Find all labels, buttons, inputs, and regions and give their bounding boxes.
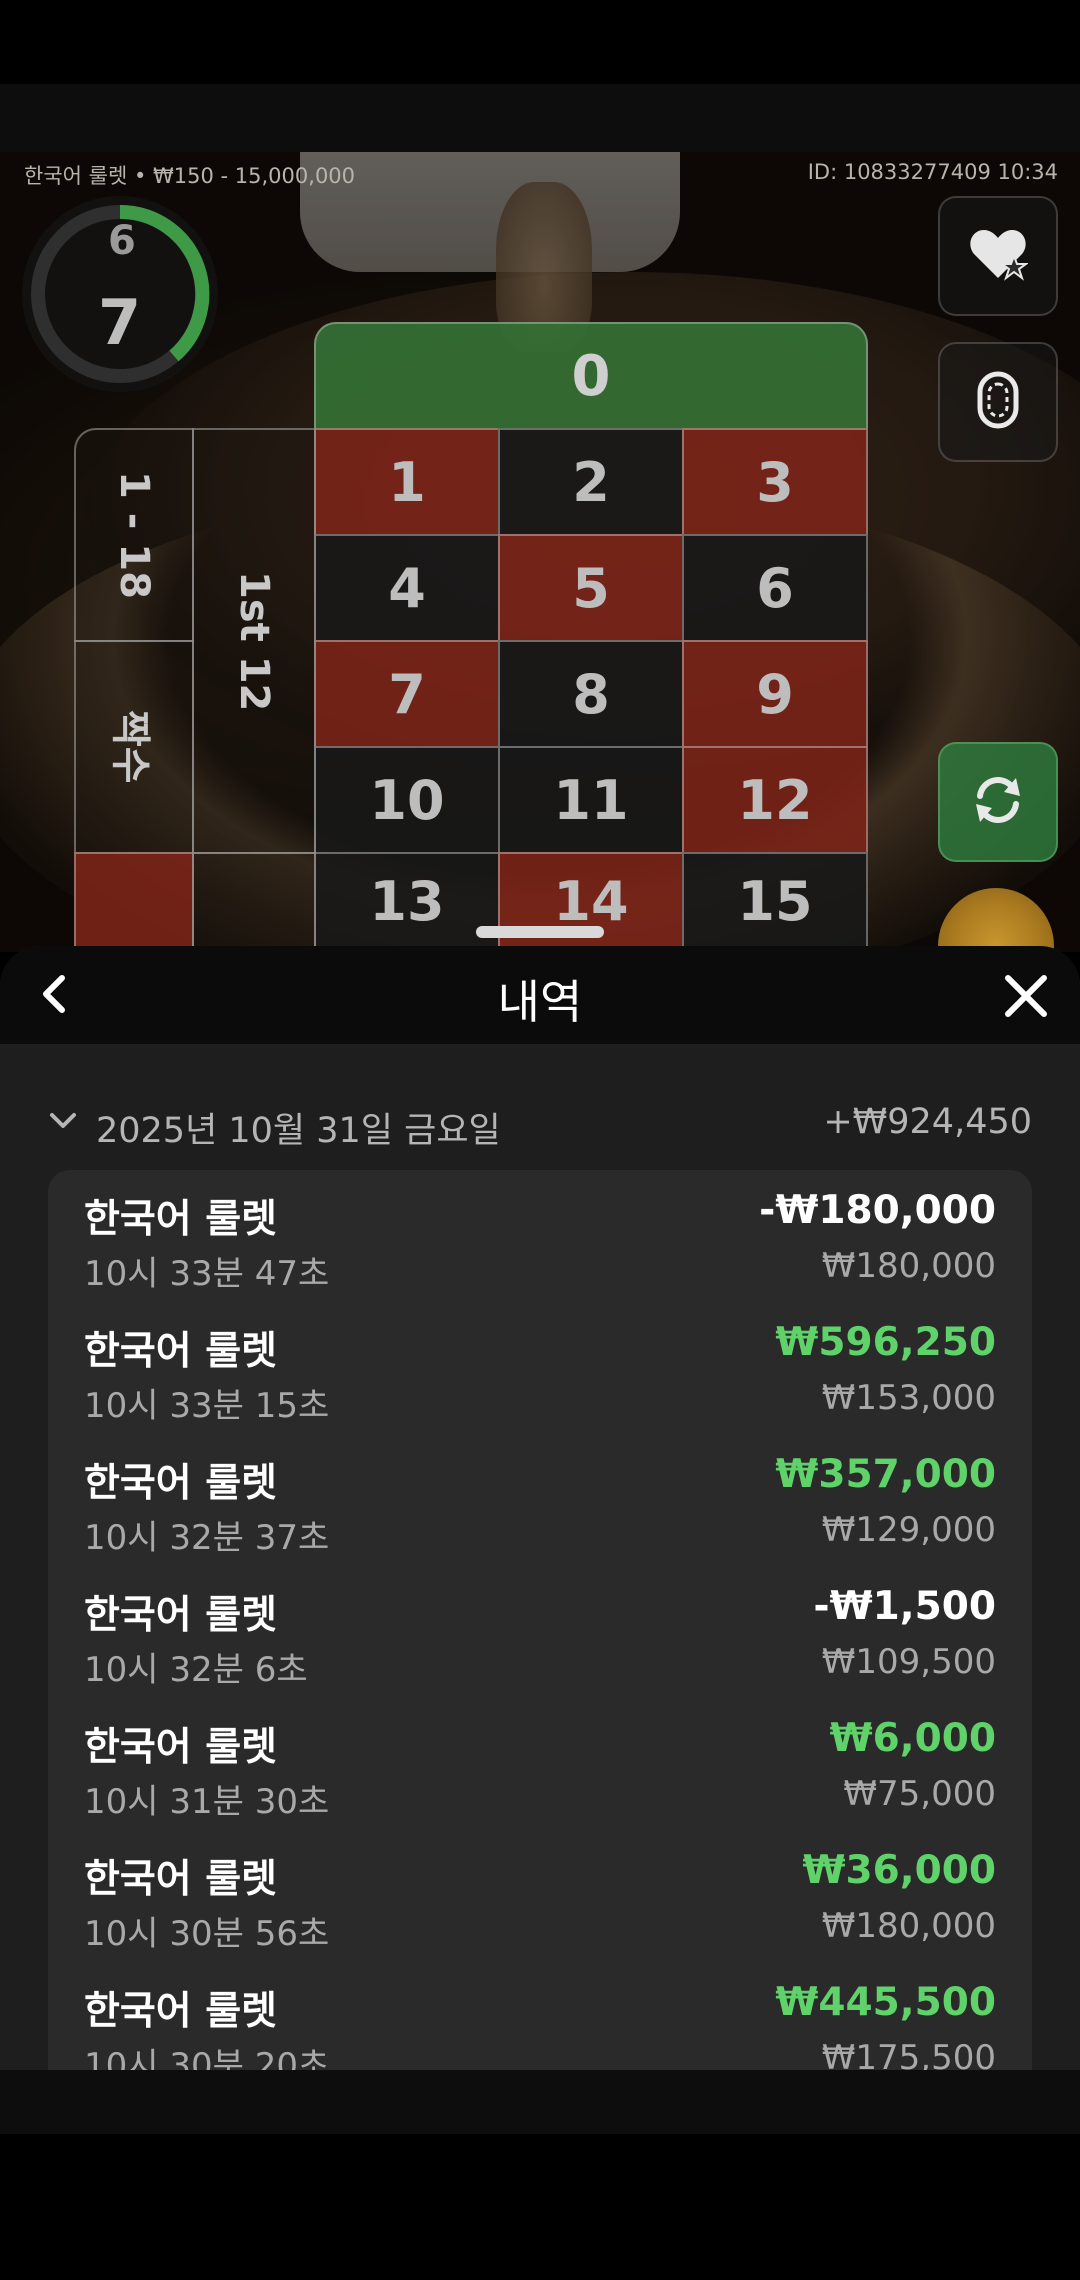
chip-button[interactable] [938,342,1058,462]
bet-number[interactable]: 3 [682,428,868,536]
transaction-time: 10시 30분 20초 [84,2046,330,2070]
transaction-game: 한국어 룰렛 [84,1197,277,1242]
transaction-time: 10시 33분 47초 [84,1254,330,1294]
bet-number[interactable]: 1 [314,428,500,536]
heart-star-icon [968,226,1030,286]
chip-outline-icon [975,370,1021,434]
transaction-row[interactable]: 한국어 룰렛 10시 33분 15초 ₩596,250 ₩153,000 [48,1308,1032,1440]
favorite-button[interactable] [938,196,1058,316]
close-button[interactable] [998,970,1054,1026]
bet-red[interactable] [74,852,194,948]
bet-zero[interactable]: 0 [314,322,868,430]
day-total: +₩924,450 [823,1102,1032,1142]
transaction-bet: ₩180,000 [821,1906,996,1946]
transaction-amount: ₩596,250 [775,1320,996,1365]
chevron-down-icon [48,1110,78,1136]
transaction-time: 10시 30분 56초 [84,1914,330,1954]
transaction-amount: ₩445,500 [775,1980,996,2025]
table-limits: 한국어 룰렛 • ₩150 - 15,000,000 [24,164,356,188]
transaction-row[interactable]: 한국어 룰렛 10시 31분 30초 ₩6,000 ₩75,000 [48,1704,1032,1836]
transaction-game: 한국어 룰렛 [84,1461,277,1506]
bet-number[interactable]: 15 [682,852,868,950]
transaction-row[interactable]: 한국어 룰렛 10시 32분 6초 -₩1,500 ₩109,500 [48,1572,1032,1704]
bottom-band [0,2070,1080,2134]
status-bar [0,0,1080,84]
bet-even-label: 짝수 [107,710,153,784]
navigation-bar [0,2134,1080,2280]
bet-number[interactable]: 2 [498,428,684,536]
transaction-game: 한국어 룰렛 [84,1857,277,1902]
transaction-bet: ₩180,000 [821,1246,996,1286]
bet-number[interactable]: 6 [682,534,868,642]
bet-black[interactable] [192,852,316,948]
bet-number[interactable]: 12 [682,746,868,854]
round-id: ID: 10833277409 10:34 [807,160,1058,184]
transaction-row[interactable]: 한국어 룰렛 10시 30분 56초 ₩36,000 ₩180,000 [48,1836,1032,1968]
transaction-bet: ₩129,000 [821,1510,996,1550]
transaction-row[interactable]: 한국어 룰렛 10시 30분 20초 ₩445,500 ₩175,500 [48,1968,1032,2070]
close-icon [1004,974,1048,1022]
transaction-game: 한국어 룰렛 [84,1593,277,1638]
transaction-amount: -₩1,500 [813,1584,996,1629]
bet-number[interactable]: 9 [682,640,868,748]
sheet-header: 내역 [0,946,1080,1044]
bet-even[interactable]: 짝수 [74,640,194,854]
timer-current: 7 [98,286,142,359]
transaction-bet: ₩175,500 [821,2038,996,2070]
bet-number[interactable]: 11 [498,746,684,854]
transaction-game: 한국어 룰렛 [84,1725,277,1770]
day-date: 2025년 10월 31일 금요일 [96,1111,501,1151]
history-sheet: 내역 2025년 10월 31일 금요일 +₩924,450 한국어 룰렛 10시… [0,946,1080,2070]
transaction-time: 10시 32분 6초 [84,1650,308,1690]
refresh-button[interactable] [938,742,1058,862]
bet-number[interactable]: 4 [314,534,500,642]
bet-number[interactable]: 5 [498,534,684,642]
transaction-time: 10시 33분 15초 [84,1386,330,1426]
transaction-amount: -₩180,000 [759,1188,996,1233]
transaction-amount: ₩357,000 [775,1452,996,1497]
transaction-list: 한국어 룰렛 10시 33분 47초 -₩180,000 ₩180,000 한국어 룰렛… [48,1170,1032,2070]
transaction-time: 10시 32분 37초 [84,1518,330,1558]
transaction-time: 10시 31분 30초 [84,1782,330,1822]
transaction-amount: ₩6,000 [829,1716,996,1761]
transaction-game: 한국어 룰렛 [84,1329,277,1374]
transaction-bet: ₩75,000 [843,1774,996,1814]
sheet-title: 내역 [497,975,583,1029]
transaction-amount: ₩36,000 [802,1848,996,1893]
transaction-row[interactable]: 한국어 룰렛 10시 32분 37초 ₩357,000 ₩129,000 [48,1440,1032,1572]
top-band [0,84,1080,152]
transaction-row[interactable]: 한국어 룰렛 10시 33분 47초 -₩180,000 ₩180,000 [48,1176,1032,1308]
refresh-icon [970,772,1026,832]
bet-dozen-1[interactable]: 1st 12 [192,428,316,854]
bet-low-1-18[interactable]: 1 - 18 [74,428,194,642]
bet-number[interactable]: 8 [498,640,684,748]
transaction-game: 한국어 룰렛 [84,1989,277,2034]
transaction-bet: ₩153,000 [821,1378,996,1418]
transaction-bet: ₩109,500 [821,1642,996,1682]
countdown-timer: 6 7 [22,196,218,392]
timer-previous: 6 [108,218,136,264]
bet-number[interactable]: 7 [314,640,500,748]
bet-number[interactable]: 13 [314,852,500,950]
sheet-drag-handle[interactable] [476,926,604,938]
bet-number[interactable]: 10 [314,746,500,854]
day-group-header[interactable]: 2025년 10월 31일 금요일 +₩924,450 [48,1102,1032,1152]
